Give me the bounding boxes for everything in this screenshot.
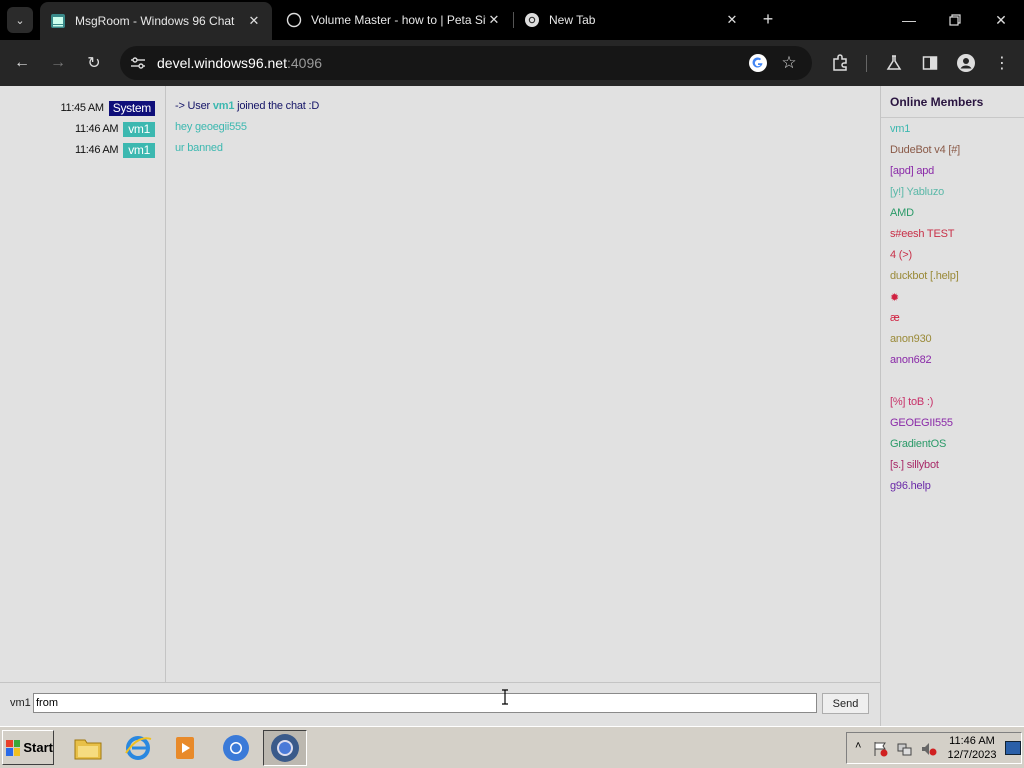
site-settings-icon[interactable]: [128, 53, 148, 73]
message-time: 11:46 AM: [74, 144, 119, 156]
browser-toolbar: ← → ↻ devel.windows96.net:4096 ☆ ⋮: [0, 40, 1024, 86]
file-explorer-icon[interactable]: [66, 730, 110, 766]
chrome-icon: [524, 12, 540, 28]
close-tab-icon[interactable]: ✕: [246, 13, 262, 29]
start-button[interactable]: Start: [2, 730, 54, 765]
user-message: hey geoegii555: [175, 121, 247, 133]
system-message-suffix: joined the chat :D: [234, 100, 320, 112]
google-icon[interactable]: [748, 53, 768, 73]
send-button[interactable]: Send: [822, 693, 869, 714]
message-input[interactable]: [33, 693, 817, 713]
toolbar-divider: [866, 55, 867, 72]
internet-explorer-icon[interactable]: [116, 730, 160, 766]
timestamp-column: 11:45 AM System 11:46 AM vm1 11:46 AM vm…: [0, 86, 166, 682]
member-item[interactable]: s#eesh TEST: [890, 228, 954, 240]
member-item[interactable]: DudeBot v4 [#]: [890, 144, 960, 156]
clock-date: 12/7/2023: [947, 749, 997, 761]
tab-volume-master[interactable]: Volume Master - how to | Peta Sit ✕: [276, 0, 512, 40]
show-desktop-icon[interactable]: [1005, 741, 1021, 755]
member-item[interactable]: duckbot [.help]: [890, 270, 959, 282]
chat-row-meta: 11:46 AM vm1: [75, 141, 155, 159]
back-arrow-icon[interactable]: ←: [8, 49, 36, 77]
members-title: Online Members: [890, 95, 984, 109]
chrome-taskbar-icon[interactable]: [214, 730, 258, 766]
chromium-taskbar-icon[interactable]: [263, 730, 307, 766]
chat-page: 11:45 AM System 11:46 AM vm1 11:46 AM vm…: [0, 86, 1024, 726]
online-members-panel: Online Members vm1 DudeBot v4 [#] [apd] ap…: [880, 86, 1024, 726]
start-label: Start: [23, 740, 53, 755]
browser-tab-strip: ⌄ MsgRoom - Windows 96 Chat ✕ Volume Mas…: [0, 0, 1024, 40]
message-time: 11:46 AM: [74, 123, 119, 135]
tab-title: New Tab: [549, 13, 596, 27]
side-panel-icon[interactable]: [916, 49, 944, 77]
extensions-icon[interactable]: [826, 49, 854, 77]
url-port: :4096: [286, 55, 323, 71]
new-tab-plus-icon[interactable]: +: [757, 8, 779, 30]
member-item[interactable]: [y!] Yabluzo: [890, 186, 944, 198]
member-item[interactable]: anon682: [890, 354, 932, 366]
clock-time: 11:46 AM: [949, 735, 995, 747]
text-cursor-icon: [502, 689, 508, 705]
close-tab-icon[interactable]: ✕: [724, 12, 740, 28]
windows96-favicon-icon: [50, 13, 66, 29]
windows-logo-icon: [6, 739, 21, 756]
profile-avatar-icon[interactable]: [952, 49, 980, 77]
url-host: devel.windows96.net: [157, 55, 287, 71]
members-divider: [881, 117, 1024, 118]
member-item[interactable]: [%] toB :): [890, 396, 933, 408]
globe-icon: [286, 12, 302, 28]
composer-nick[interactable]: vm1: [10, 697, 31, 709]
labs-flask-icon[interactable]: [880, 49, 908, 77]
taskbar: Start ˄ 11:46 AM 12/7/2023: [0, 726, 1024, 768]
sender-badge-user[interactable]: vm1: [123, 142, 155, 158]
system-message-prefix: -> User: [175, 100, 213, 112]
chat-row-meta: 11:46 AM vm1: [75, 120, 155, 138]
member-item[interactable]: GradientOS: [890, 438, 946, 450]
tray-expand-icon[interactable]: ˄: [855, 740, 861, 752]
sender-badge-user[interactable]: vm1: [123, 121, 155, 137]
restore-icon[interactable]: [932, 0, 978, 40]
system-tray: ˄ 11:46 AM 12/7/2023: [846, 732, 1022, 764]
tab-title: MsgRoom - Windows 96 Chat: [75, 14, 235, 28]
composer-bar: vm1 Send: [0, 683, 880, 726]
member-item[interactable]: AMD: [890, 207, 914, 219]
close-window-icon[interactable]: ✕: [978, 0, 1024, 40]
taskbar-clock[interactable]: 11:46 AM 12/7/2023: [943, 734, 1001, 762]
close-tab-icon[interactable]: ✕: [486, 12, 502, 28]
tab-new-tab[interactable]: New Tab ✕: [514, 0, 750, 40]
user-message: ur banned: [175, 142, 223, 154]
member-item[interactable]: 4 (>): [890, 249, 912, 261]
member-item[interactable]: anon930: [890, 333, 932, 345]
member-item[interactable]: [s.] sillybot: [890, 459, 939, 471]
member-item[interactable]: æ: [890, 312, 900, 324]
minimize-icon[interactable]: —: [886, 0, 932, 40]
sender-badge-system[interactable]: System: [108, 100, 155, 116]
tab-search-chevron-icon[interactable]: ⌄: [7, 7, 33, 33]
tab-msgroom[interactable]: MsgRoom - Windows 96 Chat ✕: [40, 2, 272, 40]
member-item[interactable]: [apd] apd: [890, 165, 934, 177]
address-bar[interactable]: devel.windows96.net:4096 ☆: [120, 46, 812, 80]
tab-title: Volume Master - how to | Peta Sit: [311, 13, 486, 27]
url-text[interactable]: devel.windows96.net:4096: [157, 55, 322, 71]
chat-row-meta: 11:45 AM System: [61, 99, 155, 117]
network-icon[interactable]: [897, 741, 913, 757]
message-time: 11:45 AM: [60, 102, 105, 114]
member-item[interactable]: GEOEGII555: [890, 417, 953, 429]
member-item[interactable]: ✹: [890, 291, 899, 304]
reload-icon[interactable]: ↻: [80, 49, 108, 77]
system-message: -> User vm1 joined the chat :D: [175, 100, 319, 112]
media-player-icon[interactable]: [164, 730, 208, 766]
volume-muted-icon[interactable]: [921, 741, 937, 757]
more-menu-icon[interactable]: ⋮: [988, 49, 1016, 77]
forward-arrow-icon[interactable]: →: [44, 49, 72, 77]
flag-alert-icon[interactable]: [873, 741, 889, 757]
member-item[interactable]: vm1: [890, 123, 910, 135]
bookmark-star-icon[interactable]: ☆: [778, 52, 800, 74]
system-message-username: vm1: [212, 100, 235, 112]
member-item[interactable]: g96.help: [890, 480, 931, 492]
message-list: -> User vm1 joined the chat :D hey geoeg…: [167, 86, 879, 682]
